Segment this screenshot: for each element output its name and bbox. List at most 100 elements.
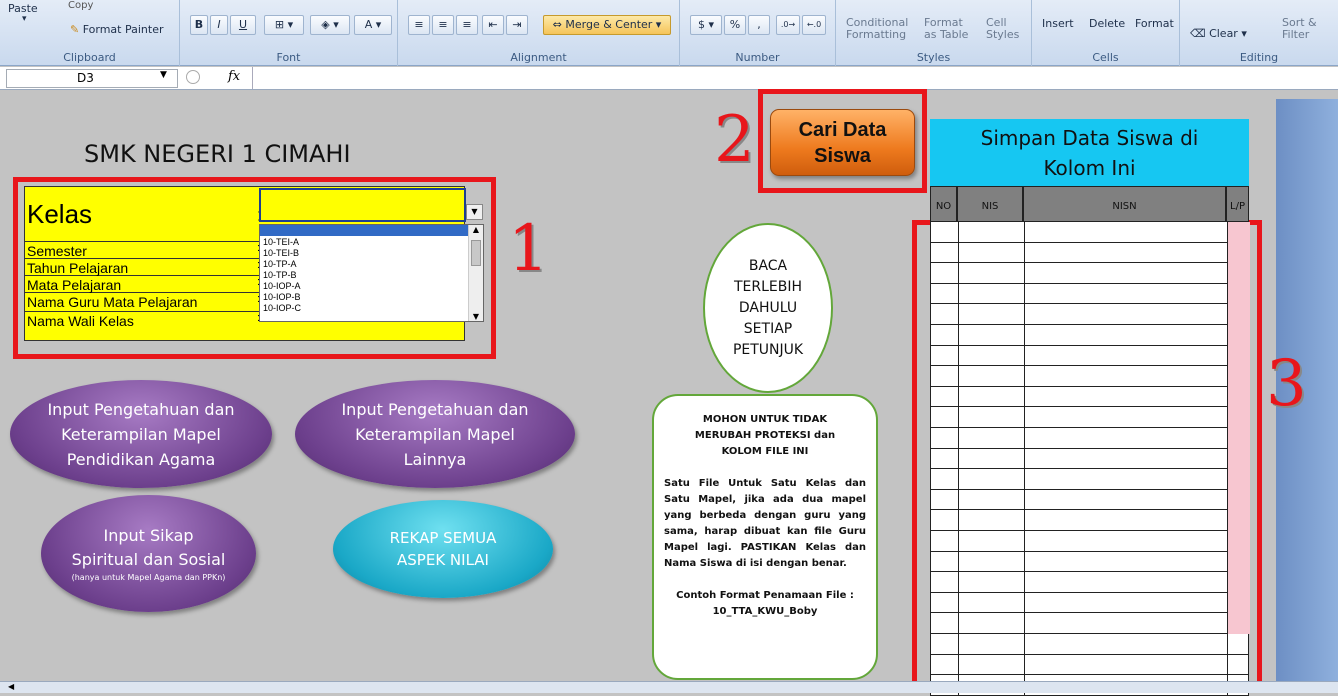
cell-lp[interactable] — [1227, 407, 1250, 428]
increase-indent-icon[interactable]: ⇥ — [506, 15, 528, 35]
clear-button[interactable]: ⌫ Clear ▾ — [1190, 27, 1247, 40]
increase-decimal-icon[interactable]: .0→ — [776, 15, 800, 35]
horizontal-scrollbar[interactable]: ◀ — [0, 681, 1338, 693]
cell-nisn[interactable] — [1024, 448, 1227, 470]
cell-no[interactable] — [931, 552, 958, 573]
cell-lp[interactable] — [1227, 572, 1250, 593]
borders-button[interactable]: ⊞ ▾ — [264, 15, 304, 35]
cell-nis[interactable] — [958, 469, 1024, 490]
italic-button[interactable]: I — [210, 15, 228, 35]
cell-nisn[interactable] — [1024, 407, 1227, 428]
cell-no[interactable] — [931, 325, 958, 346]
cell-no[interactable] — [931, 613, 958, 634]
bold-button[interactable]: B — [190, 15, 208, 35]
align-center-icon[interactable]: ≡ — [432, 15, 454, 35]
cell-nis[interactable] — [958, 654, 1024, 676]
cell-nis[interactable] — [958, 531, 1024, 552]
cell-nis[interactable] — [958, 242, 1024, 264]
cell-lp[interactable] — [1227, 283, 1250, 305]
cell-nisn[interactable] — [1024, 634, 1227, 655]
cell-no[interactable] — [931, 284, 958, 305]
cell-nisn[interactable] — [1024, 242, 1227, 264]
comma-button[interactable]: , — [748, 15, 770, 35]
cell-nisn[interactable] — [1024, 345, 1227, 367]
cell-nisn[interactable] — [1024, 428, 1227, 449]
cell-nisn[interactable] — [1024, 510, 1227, 531]
merge-center-button[interactable]: ⇔ Merge & Center ▾ — [543, 15, 671, 35]
cell-lp[interactable] — [1227, 489, 1250, 511]
cell-lp[interactable] — [1227, 222, 1250, 243]
cell-nisn[interactable] — [1024, 263, 1227, 284]
function-icon[interactable]: fx — [228, 69, 240, 84]
cell-nisn[interactable] — [1024, 531, 1227, 552]
cell-nis[interactable] — [958, 448, 1024, 470]
format-button[interactable]: Format — [1135, 17, 1174, 30]
align-left-icon[interactable]: ≡ — [408, 15, 430, 35]
underline-button[interactable]: U — [230, 15, 256, 35]
cell-nisn[interactable] — [1024, 386, 1227, 408]
cell-no[interactable] — [931, 366, 958, 387]
copy-button[interactable]: Copy — [68, 0, 93, 11]
align-right-icon[interactable]: ≡ — [456, 15, 478, 35]
cell-lp[interactable] — [1227, 386, 1250, 408]
cell-lp[interactable] — [1227, 448, 1250, 470]
decrease-indent-icon[interactable]: ⇤ — [482, 15, 504, 35]
paste-dropdown-icon[interactable]: ▾ — [22, 14, 27, 24]
name-box[interactable]: D3 — [6, 69, 178, 88]
format-painter-button[interactable]: ✎ Format Painter — [70, 23, 164, 36]
cell-nisn[interactable] — [1024, 489, 1227, 511]
sort-filter-button[interactable]: Sort & Filter — [1282, 17, 1317, 41]
decrease-decimal-icon[interactable]: ←.0 — [802, 15, 826, 35]
cell-nisn[interactable] — [1024, 304, 1227, 325]
input-lainnya-button[interactable]: Input Pengetahuan dan Keterampilan Mapel… — [295, 380, 575, 488]
cell-lp[interactable] — [1227, 304, 1250, 325]
insert-button[interactable]: Insert — [1042, 17, 1074, 30]
cell-nisn[interactable] — [1024, 325, 1227, 346]
cell-lp[interactable] — [1227, 613, 1250, 634]
cell-nisn[interactable] — [1024, 366, 1227, 387]
cell-nis[interactable] — [958, 489, 1024, 511]
cell-no[interactable] — [931, 449, 958, 470]
cell-nis[interactable] — [958, 222, 1024, 243]
cell-nisn[interactable] — [1024, 283, 1227, 305]
cell-lp[interactable] — [1227, 634, 1250, 655]
conditional-formatting-button[interactable]: Conditional Formatting — [846, 17, 908, 41]
cell-lp[interactable] — [1227, 345, 1250, 367]
cell-no[interactable] — [931, 531, 958, 552]
cancel-icon[interactable] — [186, 70, 200, 84]
cell-no[interactable] — [931, 490, 958, 511]
rekap-nilai-button[interactable]: REKAP SEMUA ASPEK NILAI — [333, 500, 553, 598]
cell-nis[interactable] — [958, 428, 1024, 449]
cell-no[interactable] — [931, 469, 958, 490]
cell-lp[interactable] — [1227, 531, 1250, 552]
cell-nisn[interactable] — [1024, 654, 1227, 676]
input-agama-button[interactable]: Input Pengetahuan dan Keterampilan Mapel… — [10, 380, 272, 488]
cell-no[interactable] — [931, 222, 958, 243]
cell-lp[interactable] — [1227, 654, 1250, 676]
cell-no[interactable] — [931, 263, 958, 284]
cell-no[interactable] — [931, 572, 958, 593]
cell-lp[interactable] — [1227, 325, 1250, 346]
font-color-button[interactable]: A ▾ — [354, 15, 392, 35]
cell-nis[interactable] — [958, 634, 1024, 655]
delete-button[interactable]: Delete — [1089, 17, 1125, 30]
name-box-dropdown-icon[interactable]: ▼ — [160, 70, 167, 80]
cell-nis[interactable] — [958, 263, 1024, 284]
cell-nis[interactable] — [958, 592, 1024, 614]
cell-lp[interactable] — [1227, 551, 1250, 573]
cell-no[interactable] — [931, 655, 958, 676]
cell-no[interactable] — [931, 304, 958, 325]
cell-nis[interactable] — [958, 304, 1024, 325]
cell-nis[interactable] — [958, 366, 1024, 387]
cell-nis[interactable] — [958, 510, 1024, 531]
cell-no[interactable] — [931, 243, 958, 264]
cell-nis[interactable] — [958, 572, 1024, 593]
cell-no[interactable] — [931, 510, 958, 531]
cell-nis[interactable] — [958, 325, 1024, 346]
cell-nis[interactable] — [958, 407, 1024, 428]
cell-no[interactable] — [931, 593, 958, 614]
cell-nisn[interactable] — [1024, 613, 1227, 634]
cell-lp[interactable] — [1227, 592, 1250, 614]
percent-button[interactable]: % — [724, 15, 746, 35]
cell-nisn[interactable] — [1024, 222, 1227, 243]
